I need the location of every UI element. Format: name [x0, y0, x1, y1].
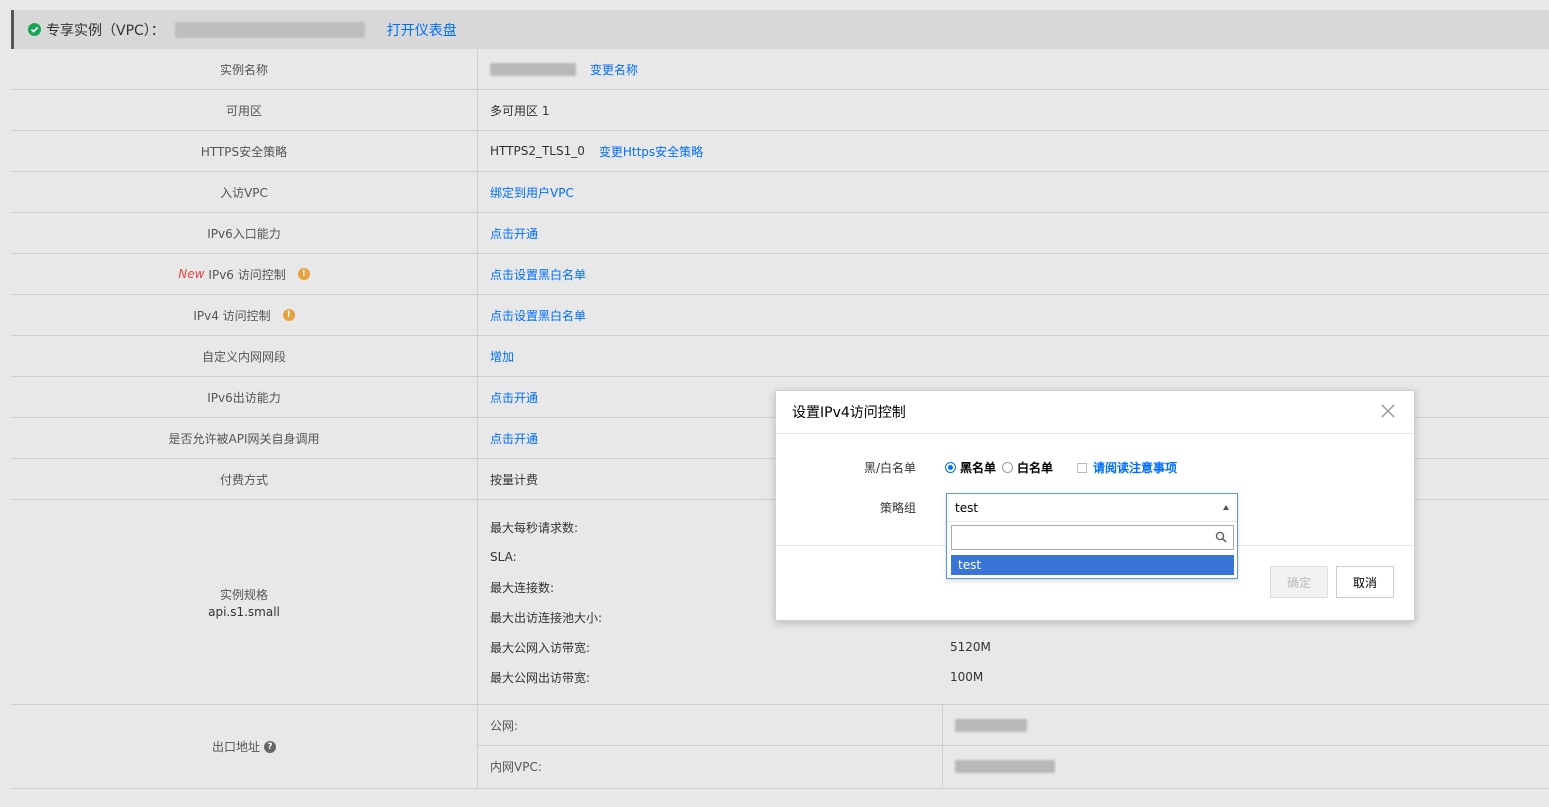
spec-key: 最大公网入访带宽: [490, 640, 591, 655]
select-option[interactable]: test [951, 555, 1234, 575]
policy-group-select[interactable]: test test [946, 493, 1238, 579]
table-row: 实例名称 变更名称 [11, 49, 1549, 90]
dialog-title: 设置IPv4访问控制 [792, 405, 906, 421]
ipv4-acl-link[interactable]: 点击设置黑白名单 [490, 307, 586, 324]
select-search [951, 525, 1234, 550]
radio-dot [1002, 462, 1014, 473]
select-search-input[interactable] [952, 526, 1207, 548]
list-type-row: 黑/白名单 黑名单 白名单 请阅读注意事项 [776, 459, 1177, 476]
vpc-ip-masked [955, 760, 1055, 773]
list-type-label: 黑/白名单 [863, 461, 916, 475]
instance-id-masked [174, 21, 365, 38]
row-label: 自定义内网网段 [11, 336, 478, 376]
exit-address-row: 出口地址 ? 公网: 内网VPC: [11, 705, 1549, 789]
radio-dot [945, 462, 956, 473]
enable-ipv6-egress-link[interactable]: 点击开通 [490, 389, 538, 406]
table-row: New IPv6 访问控制 ! 点击设置黑白名单 [11, 254, 1549, 295]
spec-key: 最大公网出访带宽: [490, 670, 591, 685]
list-item: 最大公网出访带宽: 100M [478, 662, 1549, 692]
row-label: IPv6出访能力 [11, 377, 478, 417]
vpc-ip-value [943, 746, 1549, 787]
row-label: IPv6入口能力 [11, 213, 478, 253]
spec-value: 5120M [950, 640, 991, 654]
exit-label: 出口地址 ? [11, 705, 478, 788]
row-label: 付费方式 [11, 459, 478, 499]
blacklist-radio[interactable]: 黑名单 [945, 459, 996, 476]
row-value: HTTPS2_TLS1_0 变更Https安全策略 [478, 131, 1549, 171]
instance-name-masked [490, 62, 576, 76]
spec-name: api.s1.small [208, 604, 280, 619]
table-row: 可用区 多可用区 1 [11, 90, 1549, 131]
spec-value: 100M [950, 670, 984, 684]
row-value: 点击设置黑白名单 [478, 254, 1549, 294]
instance-title: 专享实例（VPC）： [46, 22, 165, 39]
policy-group-label: 策略组 [879, 501, 916, 515]
chevron-up-icon [1223, 505, 1229, 510]
public-ip-value [943, 705, 1549, 745]
warning-icon[interactable]: ! [297, 268, 310, 280]
row-value: 变更名称 [478, 49, 1549, 89]
rename-link[interactable]: 变更名称 [590, 61, 638, 78]
add-cidr-link[interactable]: 增加 [490, 348, 514, 365]
selected-value: test [955, 500, 979, 515]
enable-self-call-link[interactable]: 点击开通 [490, 430, 538, 447]
public-label: 公网: [478, 705, 943, 745]
table-row: IPv6入口能力 点击开通 [11, 213, 1549, 254]
row-value: 增加 [478, 336, 1549, 376]
help-icon[interactable]: ? [264, 740, 276, 753]
row-label: 入访VPC [11, 172, 478, 212]
row-label-text: IPv4 访问控制 [193, 308, 271, 323]
exit-label-text: 出口地址 [211, 740, 260, 754]
dialog-header: 设置IPv4访问控制 [776, 391, 1414, 434]
row-value: 点击设置黑白名单 [478, 295, 1549, 335]
list-item: 最大公网入访带宽: 5120M [478, 632, 1549, 662]
row-label: HTTPS安全策略 [11, 131, 478, 171]
row-label: IPv4 访问控制 ! [11, 295, 478, 335]
row-value: 绑定到用户VPC [478, 172, 1549, 212]
table-row: 公网: [478, 705, 1549, 746]
row-label: 可用区 [11, 90, 478, 130]
table-row: HTTPS安全策略 HTTPS2_TLS1_0 变更Https安全策略 [11, 131, 1549, 172]
search-icon [1215, 531, 1227, 543]
zone-value: 多可用区 1 [490, 103, 550, 118]
row-value: 点击开通 [478, 213, 1549, 253]
cancel-button[interactable]: 取消 [1336, 566, 1394, 598]
spec-label: 实例规格 api.s1.small [11, 500, 478, 704]
open-dashboard-link[interactable]: 打开仪表盘 [387, 20, 457, 40]
whitelist-label: 白名单 [1017, 461, 1054, 475]
table-row: 内网VPC: [478, 746, 1549, 787]
row-label: 是否允许被API网关自身调用 [11, 418, 478, 458]
ipv6-acl-link[interactable]: 点击设置黑白名单 [490, 266, 586, 283]
public-ip-masked [955, 718, 1027, 732]
new-badge: New [178, 267, 205, 281]
change-https-policy-link[interactable]: 变更Https安全策略 [599, 143, 703, 160]
whitelist-radio[interactable]: 白名单 [1002, 459, 1053, 476]
warning-icon[interactable]: ! [282, 309, 295, 321]
notice-checkbox[interactable] [1077, 462, 1088, 473]
spec-label-text: 实例规格 [219, 587, 268, 602]
https-policy-value: HTTPS2_TLS1_0 [490, 144, 585, 158]
row-label: 实例名称 [11, 49, 478, 89]
policy-group-row: 策略组 [776, 499, 916, 516]
close-icon[interactable] [1378, 401, 1398, 421]
page: 专享实例（VPC）： 打开仪表盘 实例名称 变更名称 可用区 多可用区 1 HT… [0, 0, 1549, 807]
select-current-value[interactable]: test [947, 494, 1237, 522]
confirm-button[interactable]: 确定 [1270, 566, 1328, 598]
check-circle-icon [28, 23, 41, 36]
bind-vpc-link[interactable]: 绑定到用户VPC [490, 184, 574, 201]
row-label-text: IPv6 访问控制 [208, 267, 286, 282]
blacklist-label: 黑名单 [960, 461, 997, 475]
vpc-label: 内网VPC: [478, 746, 943, 787]
instance-header: 专享实例（VPC）： 打开仪表盘 [11, 10, 1549, 49]
table-row: 入访VPC 绑定到用户VPC [11, 172, 1549, 213]
read-notice-link[interactable]: 请阅读注意事项 [1093, 459, 1177, 476]
exit-values: 公网: 内网VPC: [478, 705, 1549, 788]
enable-ipv6-ingress-link[interactable]: 点击开通 [490, 225, 538, 242]
table-row: IPv4 访问控制 ! 点击设置黑白名单 [11, 295, 1549, 336]
row-label: New IPv6 访问控制 ! [11, 254, 478, 294]
table-row: 自定义内网网段 增加 [11, 336, 1549, 377]
